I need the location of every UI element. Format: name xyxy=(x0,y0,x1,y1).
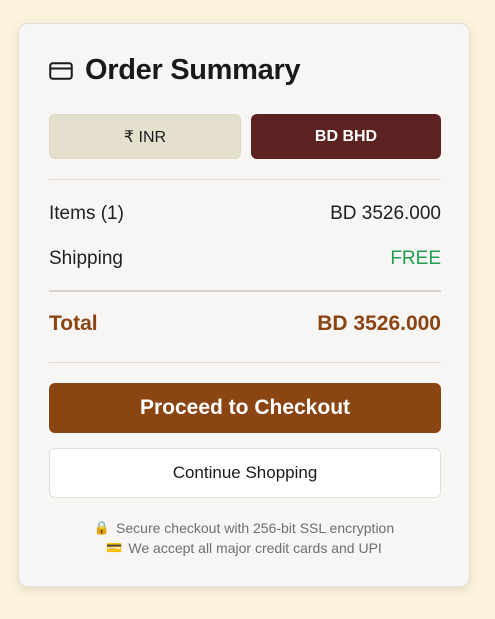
cards-note: 💳 We accept all major credit cards and U… xyxy=(19,538,469,558)
currency-inr-button[interactable]: ₹ INR xyxy=(49,114,241,159)
items-label: Items (1) xyxy=(49,203,124,224)
order-summary-card: Order Summary ₹ INR BD BHD Items (1) BD … xyxy=(18,23,470,587)
divider xyxy=(49,179,441,180)
order-summary-header: Order Summary xyxy=(49,54,301,87)
currency-toggle: ₹ INR BD BHD xyxy=(49,114,441,159)
credit-card-icon xyxy=(49,61,73,80)
checkout-notes: 🔒 Secure checkout with 256-bit SSL encry… xyxy=(19,518,469,558)
continue-shopping-button[interactable]: Continue Shopping xyxy=(49,448,441,498)
cards-note-text: We accept all major credit cards and UPI xyxy=(128,540,382,556)
secure-note-text: Secure checkout with 256-bit SSL encrypt… xyxy=(116,520,395,536)
shipping-label: Shipping xyxy=(49,248,123,269)
items-row: Items (1) BD 3526.000 xyxy=(49,203,441,225)
secure-note: 🔒 Secure checkout with 256-bit SSL encry… xyxy=(19,518,469,538)
total-value: BD 3526.000 xyxy=(317,312,441,335)
shipping-value: FREE xyxy=(390,248,441,269)
divider xyxy=(49,290,441,292)
lock-icon: 🔒 xyxy=(93,520,111,535)
items-value: BD 3526.000 xyxy=(330,203,441,224)
currency-bhd-button[interactable]: BD BHD xyxy=(251,114,441,159)
credit-card-icon: 💳 xyxy=(106,540,123,555)
total-row: Total BD 3526.000 xyxy=(49,312,441,336)
proceed-to-checkout-button[interactable]: Proceed to Checkout xyxy=(49,383,441,433)
page-title: Order Summary xyxy=(85,54,301,86)
divider xyxy=(49,362,441,363)
total-label: Total xyxy=(49,312,98,335)
shipping-row: Shipping FREE xyxy=(49,248,441,270)
